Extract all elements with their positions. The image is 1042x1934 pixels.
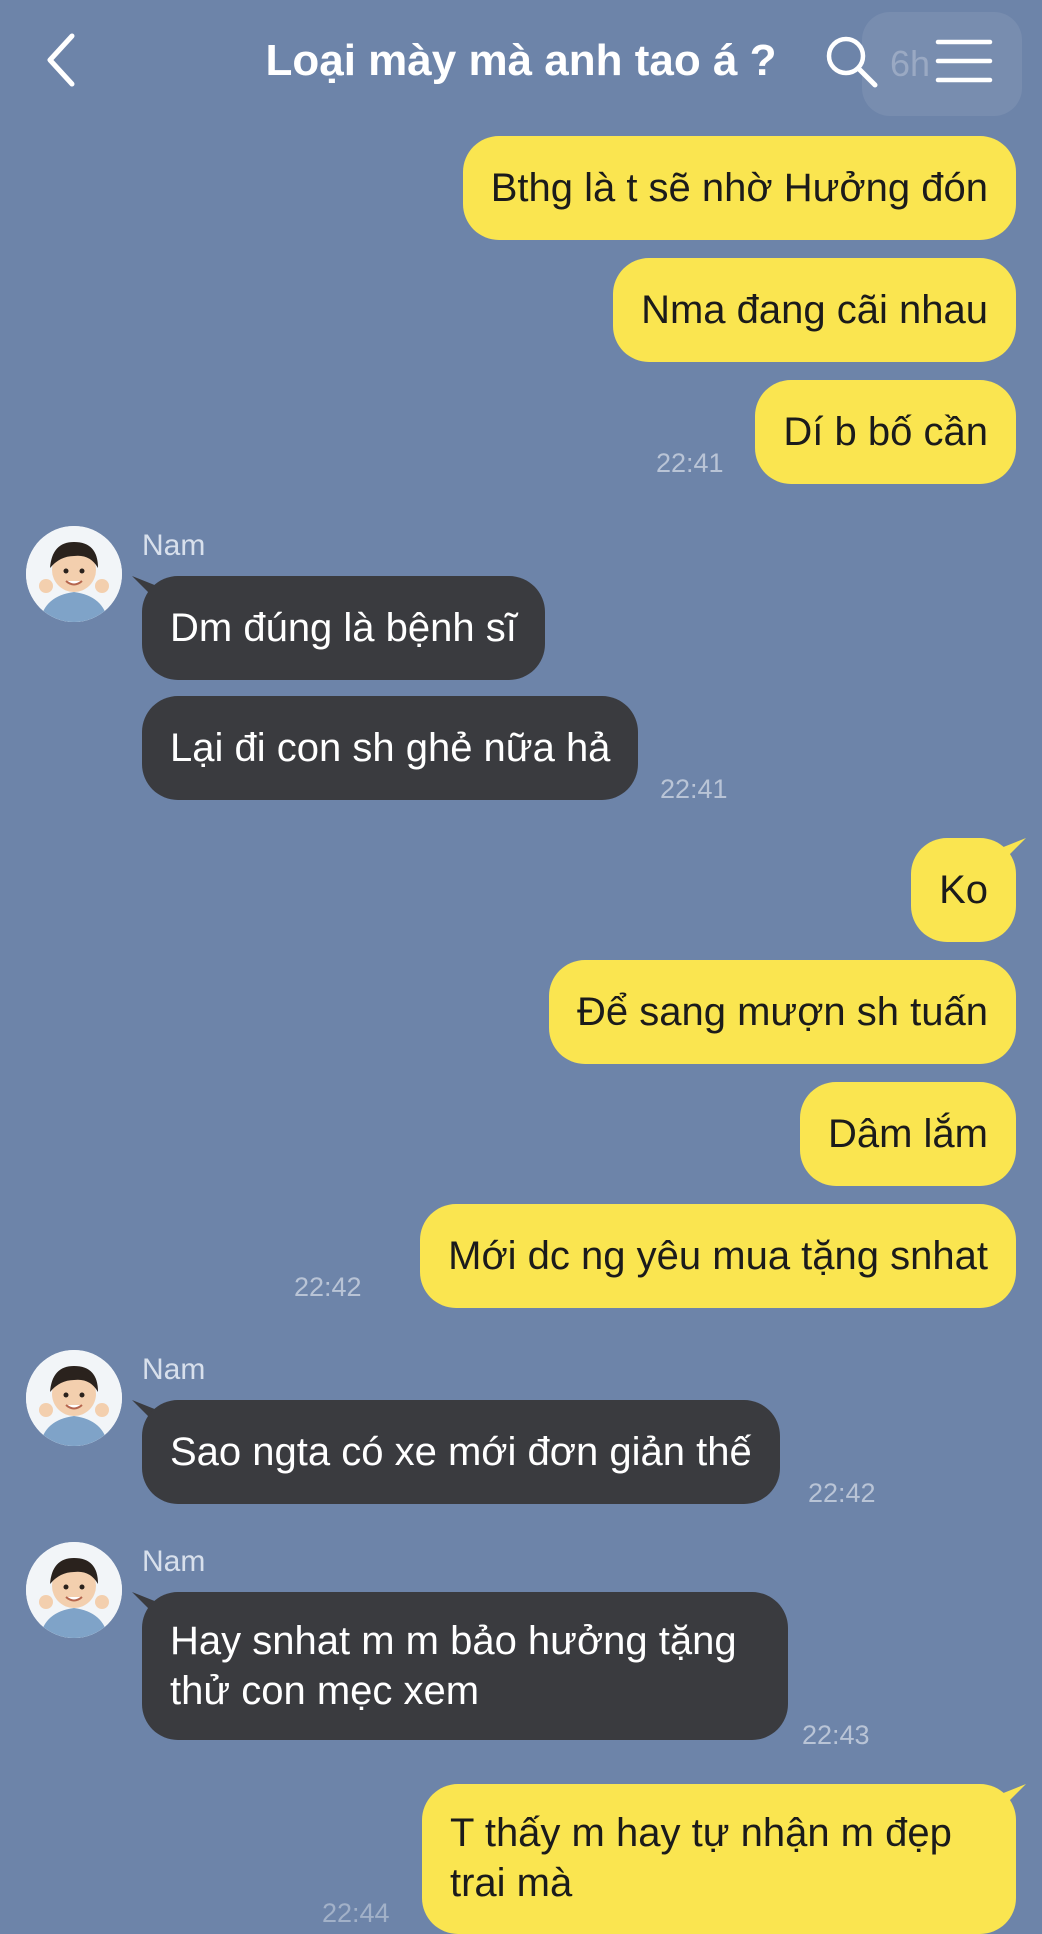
message-bubble-incoming[interactable]: Dm đúng là bệnh sĩ (142, 576, 545, 680)
message-bubble-outgoing[interactable]: Để sang mượn sh tuấn (549, 960, 1016, 1064)
message-timestamp: 22:42 (808, 1478, 876, 1508)
message-bubble-outgoing[interactable]: Dí b bố cần (755, 380, 1016, 484)
search-icon[interactable] (822, 32, 880, 90)
message-bubble-outgoing[interactable]: Ko (911, 838, 1016, 942)
message-bubble-outgoing[interactable]: Bthg là t sẽ nhờ Hưởng đón (462, 136, 1016, 240)
message-timestamp: 22:42 (294, 1272, 362, 1302)
message-bubble-outgoing[interactable]: Dâm lắm (799, 1082, 1016, 1186)
message-timestamp: 22:41 (656, 448, 724, 478)
message-bubble-incoming[interactable]: Sao ngta có xe mới đơn giản thế (142, 1400, 780, 1504)
avatar-image (26, 1542, 122, 1638)
avatar-image (26, 526, 122, 622)
message-bubble-incoming[interactable]: Hay snhat m m bảo hưởng tặng thử con mẹc… (142, 1592, 788, 1740)
message-bubble-incoming[interactable]: Lại đi con sh ghẻ nữa hả (142, 696, 639, 800)
avatar[interactable] (26, 526, 122, 622)
avatar[interactable] (26, 1542, 122, 1638)
message-bubble-outgoing[interactable]: T thấy m hay tự nhận m đẹp trai mà (422, 1784, 1016, 1934)
message-timestamp: 22:43 (802, 1720, 870, 1750)
message-timestamp: 22:44 (322, 1898, 390, 1928)
avatar-image (26, 1350, 122, 1446)
sender-name: Nam (142, 529, 206, 562)
message-bubble-outgoing[interactable]: Nma đang cãi nhau (613, 258, 1016, 362)
sender-name: Nam (142, 1545, 206, 1578)
chat-title: Loại mày mà anh tao á ? (265, 36, 777, 85)
message-bubble-outgoing[interactable]: Mới dc ng yêu mua tặng snhat (420, 1204, 1016, 1308)
sender-name: Nam (142, 1353, 206, 1386)
message-timestamp: 22:41 (660, 774, 728, 804)
menu-icon[interactable] (934, 36, 994, 86)
avatar[interactable] (26, 1350, 122, 1446)
chat-header: 6h Loại mày mà anh tao á ? (0, 0, 1042, 122)
